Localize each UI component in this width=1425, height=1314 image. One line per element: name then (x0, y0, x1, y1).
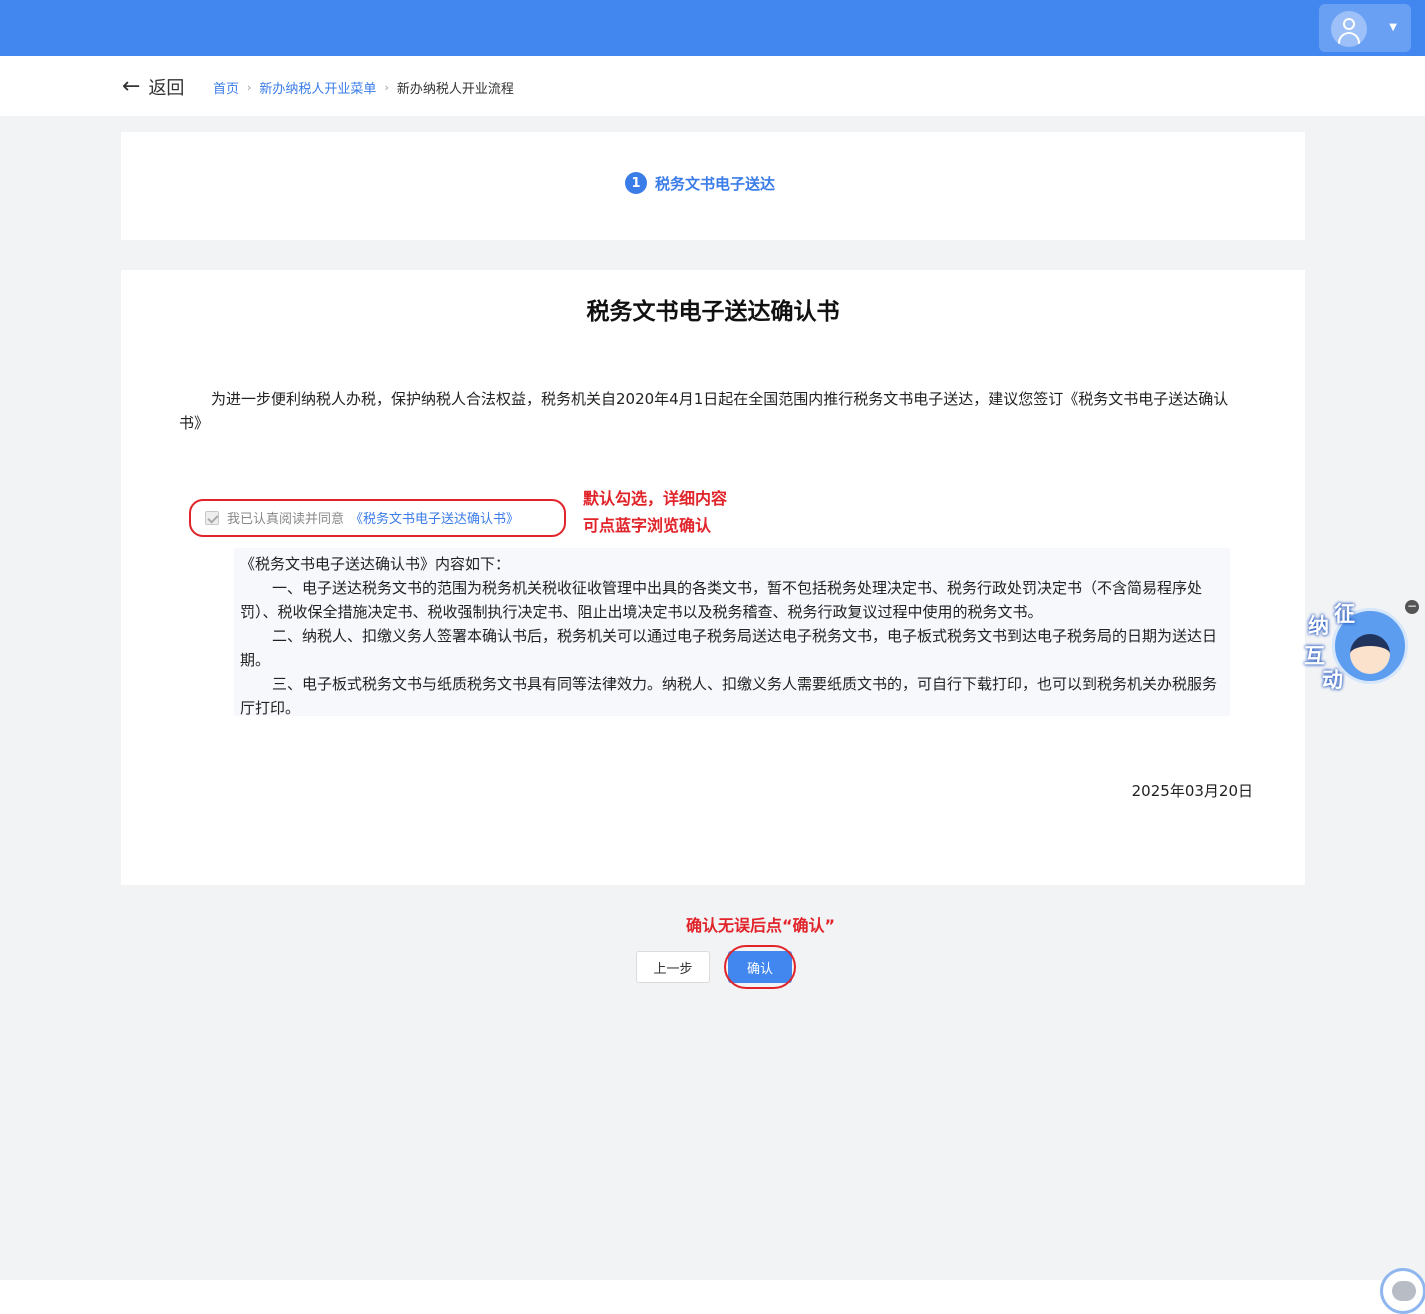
content-paragraph: 二、纳税人、扣缴义务人签署本确认书后，税务机关可以通过电子税务局送达电子税务文书… (240, 627, 1218, 669)
user-avatar-icon (1331, 11, 1367, 47)
widget-char: 动 (1322, 668, 1343, 692)
breadcrumb: 首页 › 新办纳税人开业菜单 › 新办纳税人开业流程 (213, 78, 514, 97)
arrow-left-icon: ← (122, 74, 141, 99)
checkbox-annotation-line1: 默认勾选，详细内容 (583, 489, 728, 508)
confirm-annotation: 确认无误后点“确认” (686, 916, 836, 935)
interactive-service-widget[interactable]: 纳 征 互 动 (1302, 596, 1410, 696)
caret-down-icon: ▼ (1389, 22, 1397, 33)
step-label: 税务文书电子送达 (655, 174, 776, 193)
footer-band (0, 1280, 1425, 1314)
step-item: 1 税务文书电子送达 (625, 172, 775, 194)
user-menu[interactable]: ▼ (1319, 4, 1411, 52)
breadcrumb-current: 新办纳税人开业流程 (396, 82, 514, 97)
document-card: 税务文书电子送达确认书 为进一步便利纳税人办税，保护纳税人合法权益，税务机关自2… (121, 270, 1305, 885)
breadcrumb-menu[interactable]: 新办纳税人开业菜单 (259, 78, 376, 97)
mascot-icon (1350, 634, 1390, 674)
confirm-annotation-box (724, 945, 796, 989)
breadcrumb-separator-icon: › (384, 81, 389, 94)
back-label: 返回 (148, 78, 185, 99)
breadcrumb-home[interactable]: 首页 (213, 78, 239, 97)
nav-bar: ← 返回 首页 › 新办纳税人开业菜单 › 新办纳税人开业流程 (0, 56, 1425, 116)
step-card: 1 税务文书电子送达 (121, 132, 1305, 240)
widget-char: 征 (1334, 602, 1355, 626)
close-icon[interactable]: − (1405, 600, 1419, 614)
back-button[interactable]: ← 返回 (122, 74, 184, 100)
step-number: 1 (625, 172, 647, 194)
content-heading: 《税务文书电子送达确认书》内容如下： (240, 555, 511, 573)
checkbox-annotation-line2: 可点蓝字浏览确认 (583, 516, 712, 535)
chat-robot-icon[interactable] (1380, 1268, 1425, 1314)
top-bar: ▼ (0, 0, 1425, 56)
content-paragraph: 三、电子板式税务文书与纸质税务文书具有同等法律效力。纳税人、扣缴义务人需要纸质文… (240, 675, 1218, 717)
document-content: 《税务文书电子送达确认书》内容如下： 一、电子送达税务文书的范围为税务机关税收征… (234, 548, 1230, 717)
document-intro: 为进一步便利纳税人办税，保护纳税人合法权益，税务机关自2020年4月1日起在全国… (179, 390, 1229, 432)
breadcrumb-separator-icon: › (247, 81, 252, 94)
document-title: 税务文书电子送达确认书 (586, 299, 840, 325)
prev-step-button[interactable]: 上一步 (636, 951, 710, 983)
widget-char: 纳 (1308, 614, 1329, 638)
document-date: 2025年03月20日 (1131, 782, 1253, 800)
checkbox-annotation-box (189, 499, 566, 537)
content-paragraph: 一、电子送达税务文书的范围为税务机关税收征收管理中出具的各类文书，暂不包括税务处… (240, 579, 1203, 621)
